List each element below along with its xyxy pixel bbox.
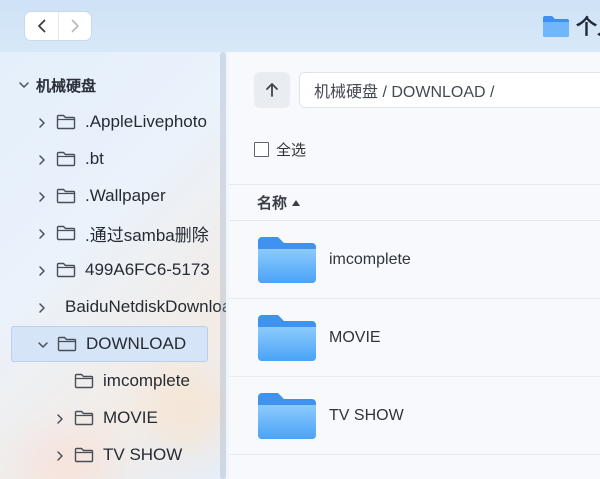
list-item-name: MOVIE xyxy=(329,328,381,346)
sidebar-item-label: .Wallpaper xyxy=(85,186,166,205)
sidebar-item[interactable]: .AppleLivephoto xyxy=(0,104,226,140)
tree-root-label: 机械硬盘 xyxy=(36,77,97,95)
folder-icon xyxy=(56,188,76,204)
chevron-right-icon[interactable] xyxy=(54,449,66,461)
title-bar: 个人 xyxy=(0,0,600,52)
folder-icon xyxy=(258,392,316,439)
select-all[interactable]: 全选 xyxy=(254,138,306,160)
sidebar-scrollbar[interactable] xyxy=(220,52,226,479)
column-header-label: 名称 xyxy=(257,195,288,212)
sidebar-item[interactable]: 499A6FC6-5173 xyxy=(0,252,226,288)
history-nav xyxy=(25,12,91,40)
back-button[interactable] xyxy=(25,12,58,40)
folder-icon xyxy=(74,447,94,463)
chevron-right-icon[interactable] xyxy=(36,301,48,313)
arrow-up-icon xyxy=(266,83,278,97)
folder-icon xyxy=(74,410,94,426)
list-item[interactable]: imcomplete xyxy=(229,221,600,299)
sidebar-item[interactable]: .通过samba删除 xyxy=(0,215,226,251)
sidebar-item[interactable]: MOVIE xyxy=(0,400,226,436)
chevron-right-icon[interactable] xyxy=(36,190,48,202)
sidebar-item[interactable]: .Wallpaper xyxy=(0,178,226,214)
chevron-right-icon[interactable] xyxy=(36,153,48,165)
folder-icon xyxy=(56,225,76,241)
folder-icon xyxy=(258,314,316,361)
sidebar-item[interactable]: .bt xyxy=(0,141,226,177)
chevron-down-icon[interactable] xyxy=(37,338,49,350)
main-panel: 机械硬盘 / DOWNLOAD / 全选 名称 imcomplete MOVIE T… xyxy=(229,52,600,479)
list-item[interactable]: MOVIE xyxy=(229,299,600,377)
sidebar-item-label: BaiduNetdiskDownload xyxy=(65,297,226,316)
folder-icon xyxy=(543,16,569,37)
forward-button[interactable] xyxy=(58,12,91,40)
chevron-right-icon[interactable] xyxy=(36,116,48,128)
select-all-checkbox[interactable] xyxy=(254,141,269,157)
sidebar-item-label: TV SHOW xyxy=(103,445,183,464)
sidebar-item-label: .bt xyxy=(85,149,104,168)
folder-icon xyxy=(57,336,77,352)
path-bar[interactable]: 机械硬盘 / DOWNLOAD / xyxy=(299,72,600,108)
column-header-name[interactable]: 名称 xyxy=(229,184,600,221)
sidebar-item-label: MOVIE xyxy=(103,408,158,427)
folder-icon xyxy=(56,262,76,278)
sidebar-item[interactable]: BaiduNetdiskDownload xyxy=(0,289,226,325)
chevron-right-icon[interactable] xyxy=(36,227,48,239)
sidebar-item-label: 499A6FC6-5173 xyxy=(85,260,210,279)
folder-icon xyxy=(74,373,94,389)
sidebar: 机械硬盘 .AppleLivephoto .bt .Wallpaper .通过samb… xyxy=(0,52,226,479)
chevron-left-icon xyxy=(37,19,45,33)
tree-root-hdd[interactable]: 机械硬盘 xyxy=(18,74,96,96)
window-title: 个人 xyxy=(542,11,600,41)
folder-icon xyxy=(56,151,76,167)
chevron-right-icon xyxy=(71,19,79,33)
list-item-name: TV SHOW xyxy=(329,406,404,424)
chevron-down-icon[interactable] xyxy=(18,79,30,91)
sort-ascending-icon xyxy=(292,199,301,206)
select-all-label: 全选 xyxy=(276,141,307,159)
folder-icon xyxy=(258,236,316,283)
up-button[interactable] xyxy=(254,72,290,108)
sidebar-item-label: DOWNLOAD xyxy=(86,334,187,353)
sidebar-item-label: imcomplete xyxy=(103,371,190,390)
sidebar-item[interactable]: TV SHOW xyxy=(0,437,226,473)
sidebar-item-label: .AppleLivephoto xyxy=(85,112,207,131)
list-item[interactable]: TV SHOW xyxy=(229,377,600,455)
sidebar-item[interactable]: DOWNLOAD xyxy=(11,326,208,362)
chevron-right-icon[interactable] xyxy=(36,264,48,276)
page-title: 个人 xyxy=(576,16,600,39)
sidebar-item-label: .通过samba删除 xyxy=(85,225,209,245)
list-item-name: imcomplete xyxy=(329,250,411,268)
chevron-right-icon[interactable] xyxy=(54,412,66,424)
folder-icon xyxy=(56,114,76,130)
sidebar-item[interactable]: imcomplete xyxy=(0,363,226,399)
